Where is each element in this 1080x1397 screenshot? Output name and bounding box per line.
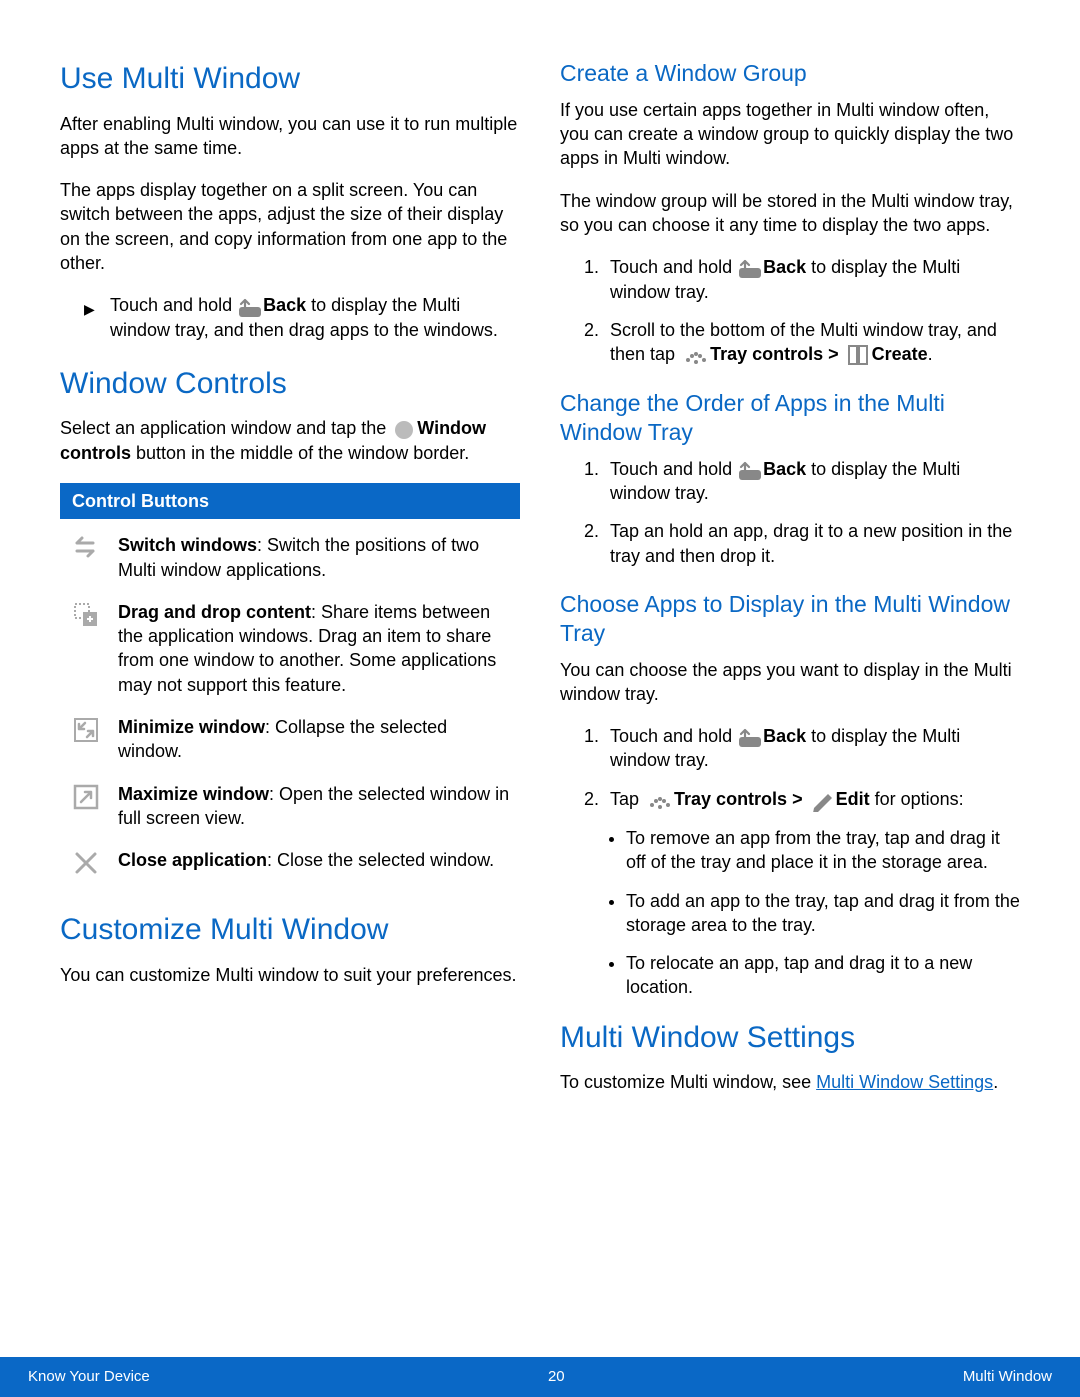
para: The window group will be stored in the M… — [560, 189, 1020, 238]
heading-window-controls: Window Controls — [60, 364, 520, 405]
para: The apps display together on a split scr… — [60, 178, 520, 275]
minimize-icon — [66, 715, 106, 764]
multi-window-settings-link[interactable]: Multi Window Settings — [816, 1072, 993, 1092]
para: Select an application window and tap the… — [60, 416, 520, 465]
window-controls-dot-icon — [393, 419, 415, 441]
step: 2. Tap an hold an app, drag it to a new … — [584, 519, 1020, 568]
left-column: Use Multi Window After enabling Multi wi… — [60, 55, 520, 1113]
control-row-maximize: Maximize window: Open the selected windo… — [60, 778, 520, 845]
heading-change-order: Change the Order of Apps in the Multi Wi… — [560, 389, 1020, 447]
step: 1. Touch and hold Back to display the Mu… — [584, 724, 1020, 773]
bullet: To relocate an app, tap and drag it to a… — [626, 951, 1020, 1000]
heading-choose-apps: Choose Apps to Display in the Multi Wind… — [560, 590, 1020, 648]
edit-pencil-icon — [810, 788, 834, 812]
switch-windows-icon — [66, 533, 106, 582]
close-icon — [66, 848, 106, 876]
bullet: To remove an app from the tray, tap and … — [626, 826, 1020, 875]
para: To customize Multi window, see Multi Win… — [560, 1070, 1020, 1094]
back-icon — [739, 460, 761, 480]
control-buttons-header: Control Buttons — [60, 483, 520, 519]
tray-dots-icon — [682, 346, 708, 364]
para: After enabling Multi window, you can use… — [60, 112, 520, 161]
heading-create-group: Create a Window Group — [560, 59, 1020, 88]
para: If you use certain apps together in Mult… — [560, 98, 1020, 171]
control-row-minimize: Minimize window: Collapse the selected w… — [60, 711, 520, 778]
footer-page-number: 20 — [548, 1367, 565, 1387]
control-row-close: Close application: Close the selected wi… — [60, 844, 520, 890]
para: You can customize Multi window to suit y… — [60, 963, 520, 987]
heading-use-multi-window: Use Multi Window — [60, 59, 520, 100]
page-footer: Know Your Device 20 Multi Window — [0, 1357, 1080, 1397]
tray-dots-icon — [646, 791, 672, 809]
back-icon — [239, 297, 261, 317]
step: 1. Touch and hold Back to display the Mu… — [584, 457, 1020, 506]
back-icon — [739, 727, 761, 747]
step: ▶ Touch and hold Back to display the Mul… — [84, 293, 520, 342]
step: 2. Tap Tray controls > Edit for options: — [584, 787, 1020, 812]
control-row-switch: Switch windows: Switch the positions of … — [60, 529, 520, 596]
right-column: Create a Window Group If you use certain… — [560, 55, 1020, 1113]
heading-customize: Customize Multi Window — [60, 910, 520, 951]
triangle-bullet-icon: ▶ — [84, 301, 95, 317]
step: 1. Touch and hold Back to display the Mu… — [584, 255, 1020, 304]
back-icon — [739, 258, 761, 278]
footer-right: Multi Window — [963, 1367, 1052, 1387]
heading-settings: Multi Window Settings — [560, 1018, 1020, 1059]
bullet: To add an app to the tray, tap and drag … — [626, 889, 1020, 938]
control-row-drag: Drag and drop content: Share items betwe… — [60, 596, 520, 711]
page-body: Use Multi Window After enabling Multi wi… — [0, 0, 1080, 1113]
maximize-icon — [66, 782, 106, 831]
drag-drop-icon — [66, 600, 106, 697]
footer-left: Know Your Device — [28, 1367, 150, 1387]
para: You can choose the apps you want to disp… — [560, 658, 1020, 707]
create-group-icon — [846, 343, 870, 367]
step: 2. Scroll to the bottom of the Multi win… — [584, 318, 1020, 368]
